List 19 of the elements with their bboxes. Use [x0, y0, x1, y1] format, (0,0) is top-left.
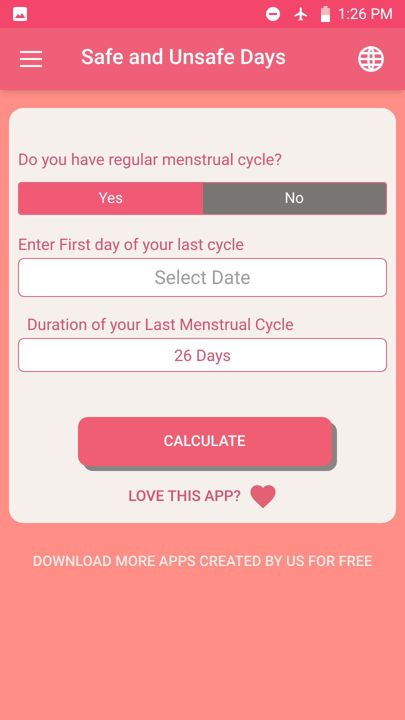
heart-icon[interactable] — [248, 484, 277, 509]
date-field[interactable]: Select Date — [18, 258, 387, 297]
globe-icon[interactable] — [357, 45, 385, 73]
toggle-option[interactable]: No — [202, 183, 386, 214]
question-label: Do you have regular menstrual cycle? — [18, 150, 283, 170]
battery-icon — [320, 6, 330, 22]
love-app-text[interactable]: LOVE THIS APP? — [128, 485, 241, 508]
date-label: Enter First day of your last cycle — [18, 235, 245, 255]
image-icon — [12, 6, 28, 22]
status-time: 1:26 PM — [338, 4, 393, 25]
calculate-button[interactable]: CALCULATE — [78, 417, 332, 466]
download-more-apps-link[interactable]: DOWNLOAD MORE APPS CREATED BY US FOR FREE — [32, 551, 372, 573]
airplane-icon — [292, 6, 309, 22]
do-not-disturb-icon — [264, 6, 281, 22]
app-title: Safe and Unsafe Days — [81, 45, 286, 72]
duration-field[interactable]: 26 Days — [18, 338, 387, 372]
menu-icon[interactable] — [20, 51, 42, 67]
duration-label: Duration of your Last Menstrual Cycle — [27, 315, 295, 335]
toggle-option[interactable]: Yes — [19, 183, 202, 214]
